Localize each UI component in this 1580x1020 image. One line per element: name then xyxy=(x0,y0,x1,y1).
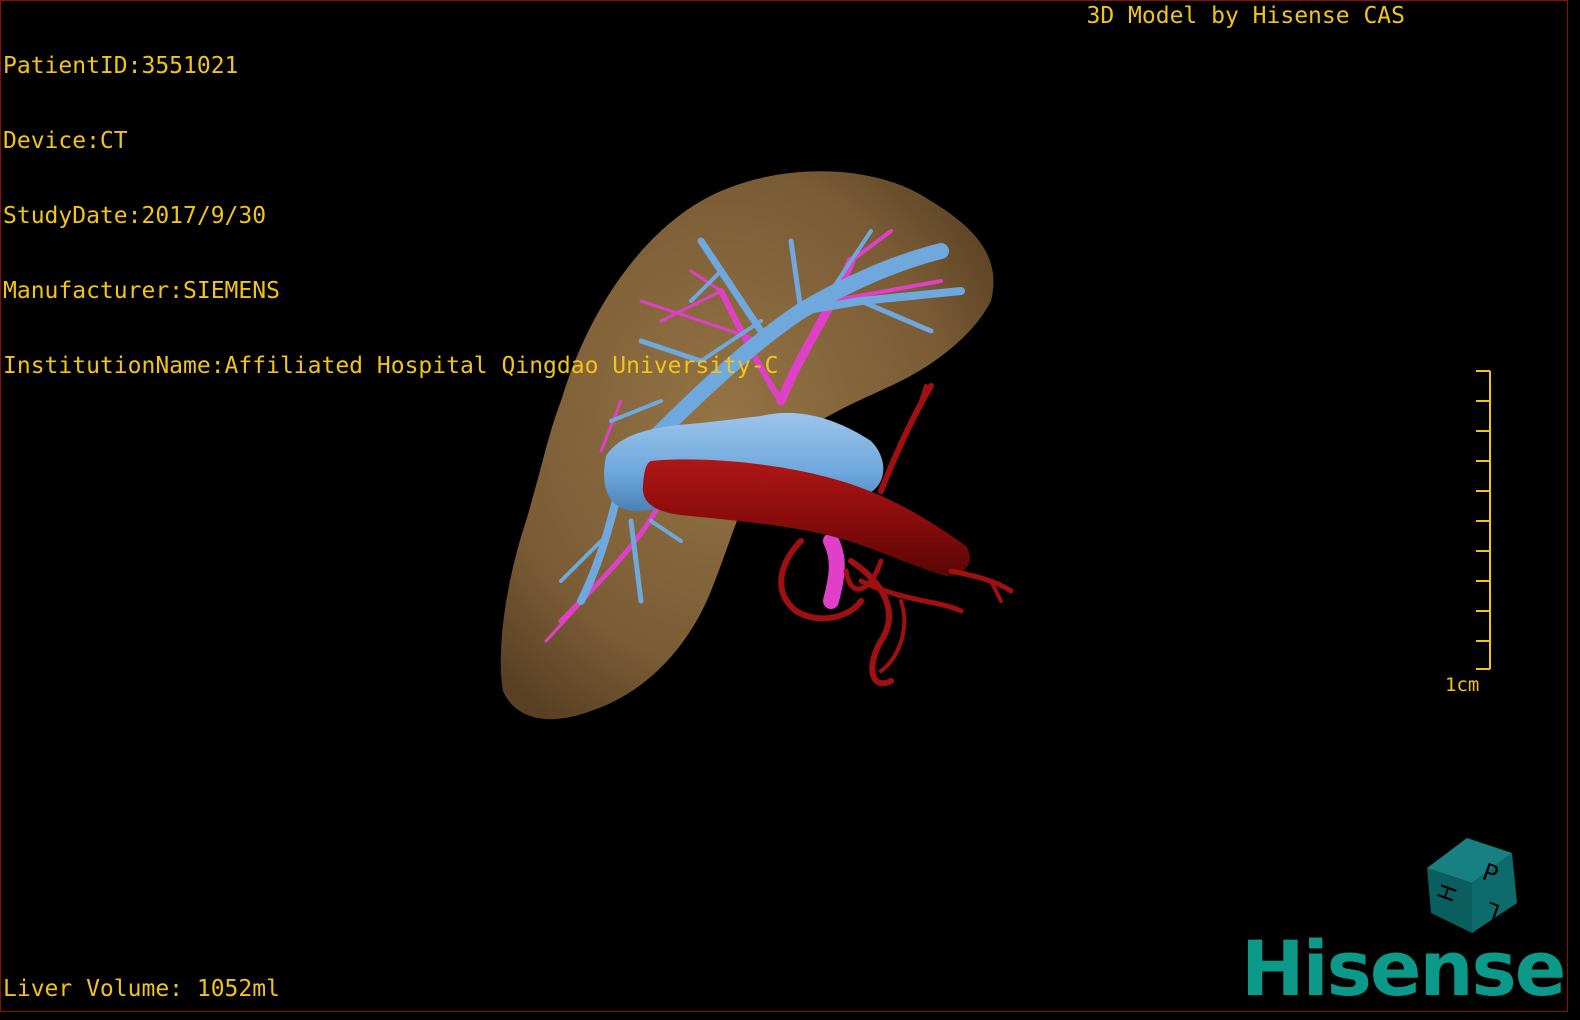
hisense-logo: Hisense xyxy=(1241,924,1566,1012)
device: Device:CT xyxy=(3,128,128,154)
patient-id: PatientID:3551021 xyxy=(3,53,239,79)
model-credit: 3D Model by Hisense CAS xyxy=(1086,3,1406,29)
scale-label: 1cm xyxy=(1445,674,1480,696)
manufacturer: Manufacturer:SIEMENS xyxy=(3,278,280,304)
scale-bar xyxy=(1476,370,1491,670)
study-info: PatientID:3551021 Device:CT StudyDate:20… xyxy=(3,4,778,429)
3d-viewport[interactable]: PatientID:3551021 Device:CT StudyDate:20… xyxy=(0,0,1568,1012)
institution-name: InstitutionName:Affiliated Hospital Qing… xyxy=(3,353,779,379)
study-date: StudyDate:2017/9/30 xyxy=(3,203,267,229)
liver-volume: Liver Volume: 1052ml xyxy=(3,976,280,1002)
